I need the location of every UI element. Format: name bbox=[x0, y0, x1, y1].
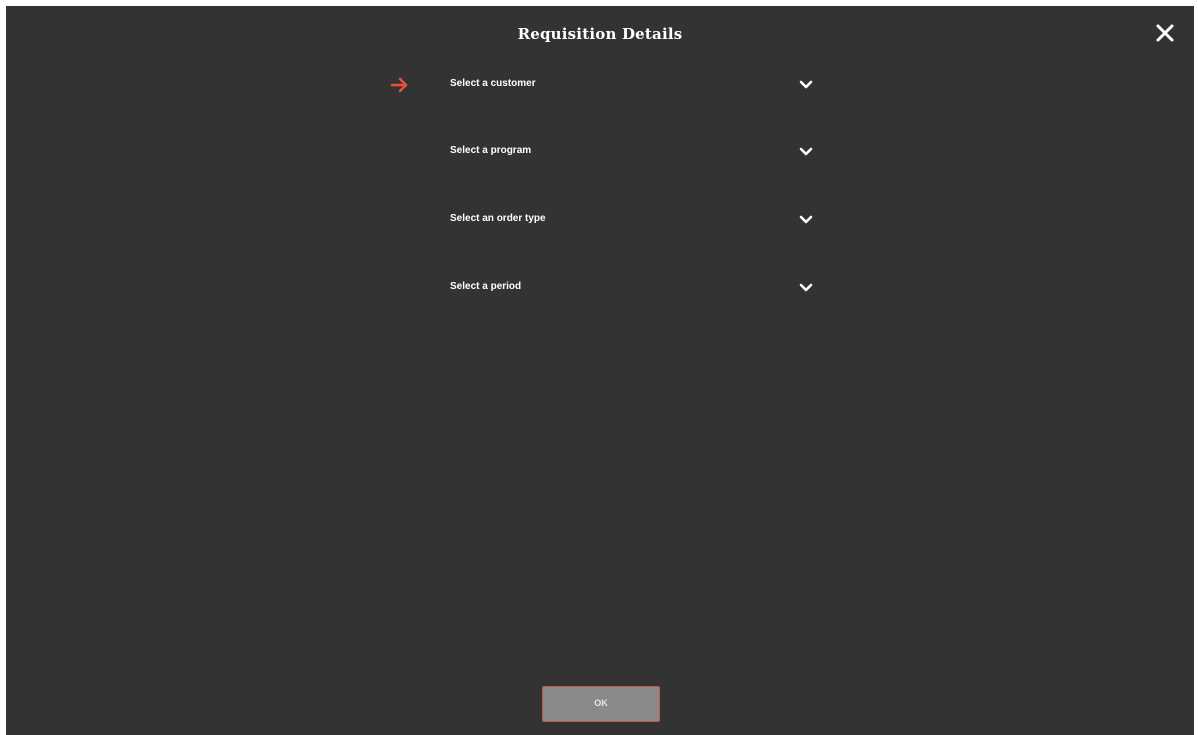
chevron-down-icon[interactable] bbox=[798, 281, 814, 295]
ok-button[interactable]: OK bbox=[542, 686, 660, 722]
dialog-title: Requisition Details bbox=[517, 25, 683, 43]
chevron-down-icon[interactable] bbox=[798, 78, 814, 92]
program-select-label: Select a program bbox=[450, 145, 532, 156]
period-select[interactable]: Select a period bbox=[384, 273, 824, 303]
close-icon bbox=[1156, 24, 1174, 42]
period-select-label: Select a period bbox=[450, 281, 522, 292]
customer-select-label: Select a customer bbox=[450, 78, 536, 89]
chevron-down-icon[interactable] bbox=[798, 213, 814, 227]
program-select[interactable]: Select a program bbox=[384, 137, 824, 167]
current-step-arrow-icon bbox=[390, 76, 410, 94]
requisition-details-dialog: Requisition Details Select a customer Se… bbox=[6, 6, 1194, 735]
order-type-select[interactable]: Select an order type bbox=[384, 205, 824, 235]
order-type-select-label: Select an order type bbox=[450, 213, 546, 224]
chevron-down-icon[interactable] bbox=[798, 145, 814, 159]
close-button[interactable] bbox=[1152, 20, 1178, 46]
customer-select[interactable]: Select a customer bbox=[384, 70, 824, 100]
